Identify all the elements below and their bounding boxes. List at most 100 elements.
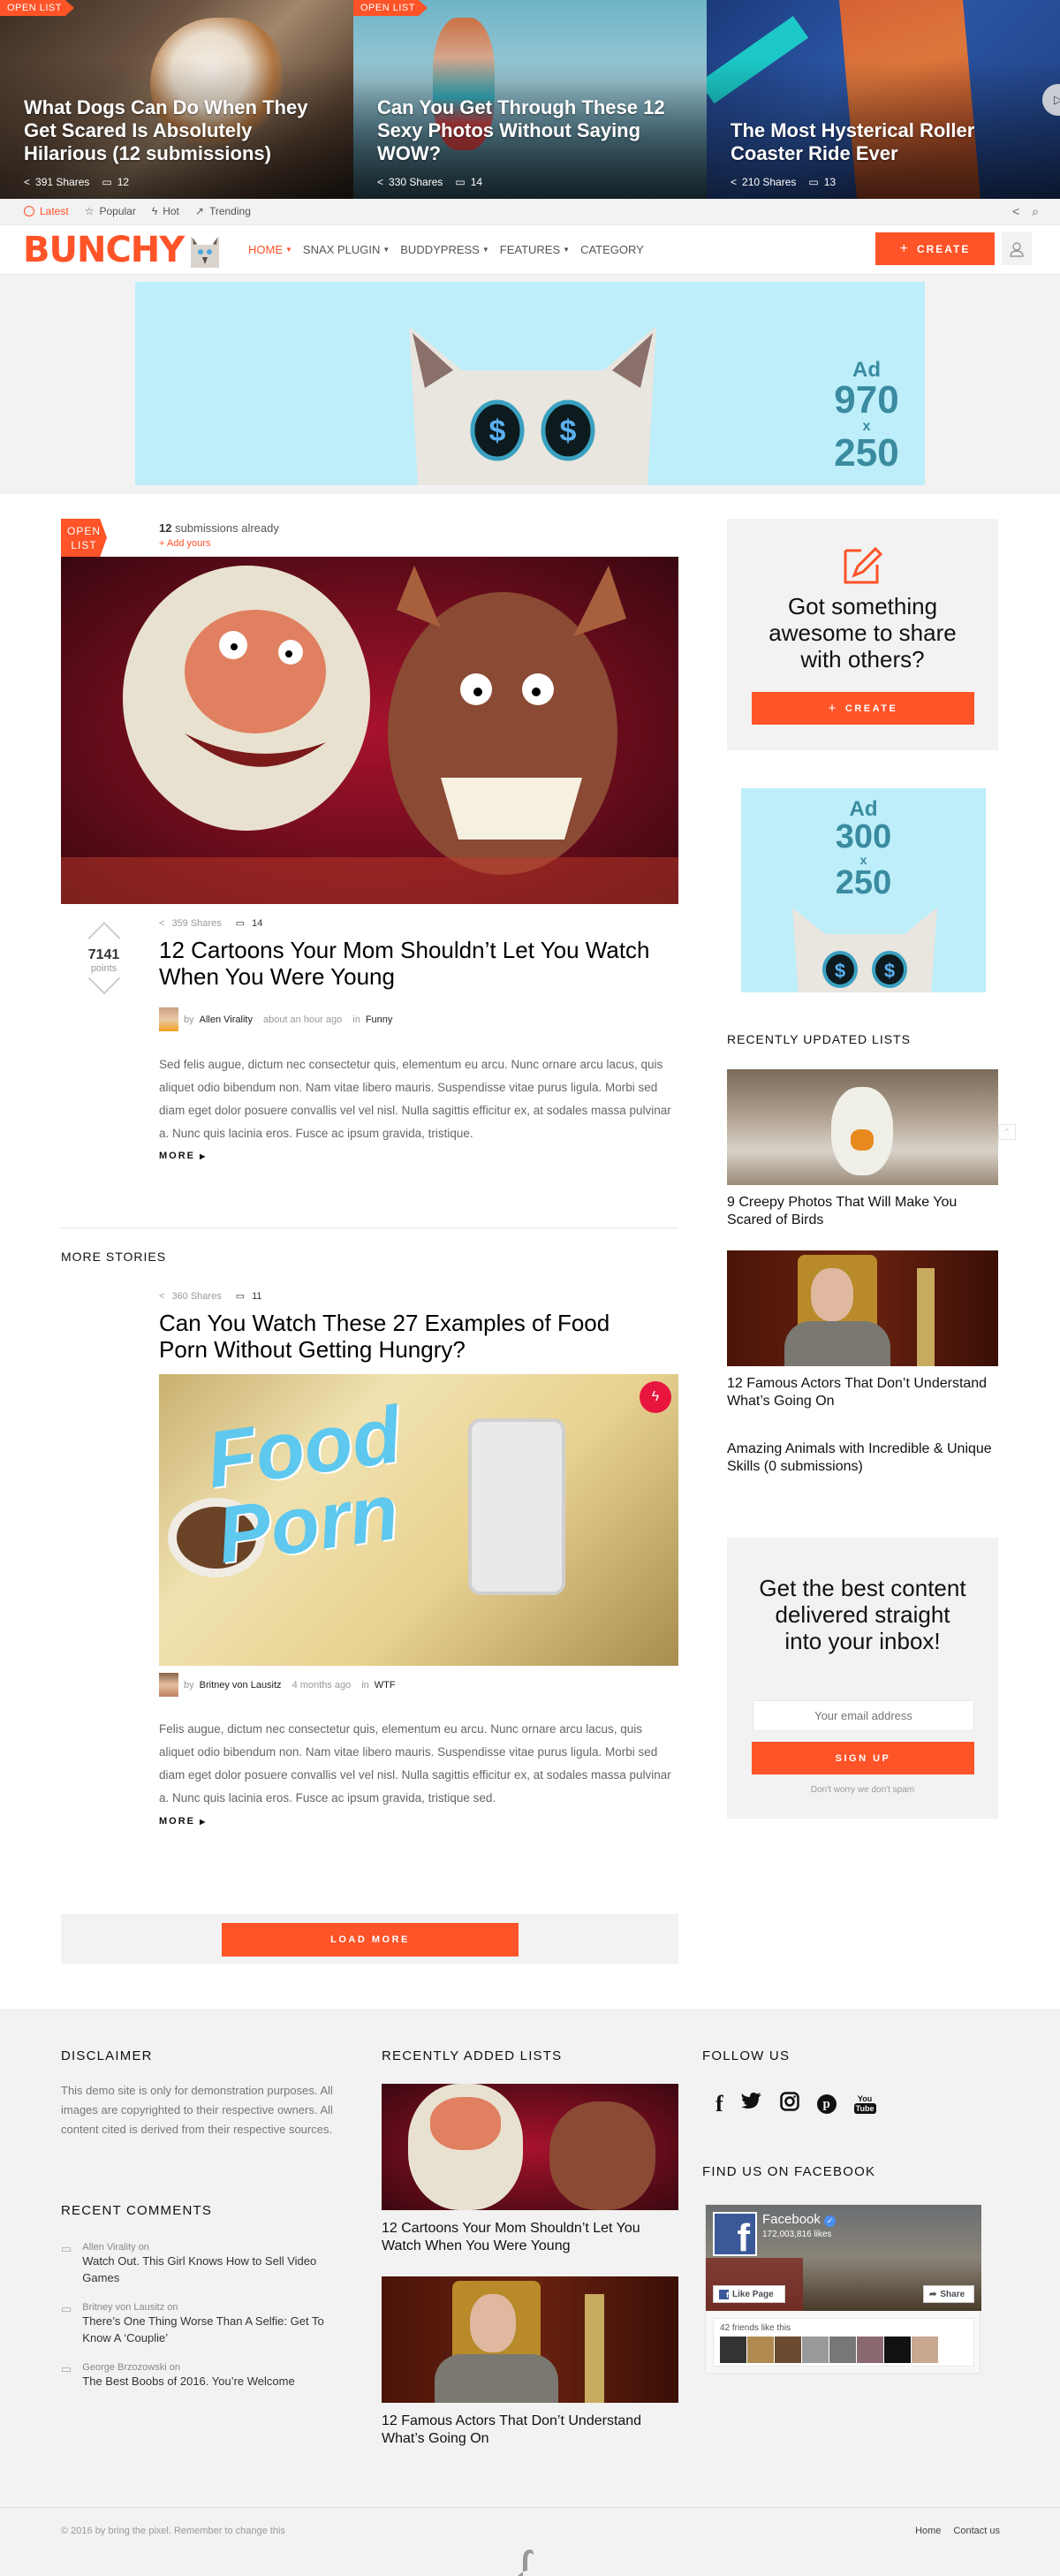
share-icon: < [24,176,31,188]
load-more-button[interactable]: LOAD MORE [222,1923,519,1957]
category-link[interactable]: Funny [366,1014,393,1025]
chevron-down-icon: ▼ [285,246,292,254]
share-icon: < [377,176,384,188]
author-link[interactable]: Allen Virality [200,1014,253,1025]
nav-latest[interactable]: Latest [24,205,69,217]
friend-avatar[interactable] [829,2337,856,2363]
disclaimer-text: This demo site is only for demonstration… [61,2084,333,2136]
category-link[interactable]: WTF [375,1680,396,1691]
hero-title[interactable]: What Dogs Can Do When They Get Scared Is… [24,96,336,165]
comment-post-link[interactable]: Watch Out. This Girl Knows How to Sell V… [82,2253,352,2286]
author-avatar[interactable] [159,1007,178,1031]
scroll-up-button[interactable]: ^ [998,1124,1016,1140]
food-image[interactable]: Food Porn ϟ [159,1374,678,1666]
nav-trending[interactable]: ↗ Trending [195,205,251,217]
comment-author[interactable]: Allen Virality [82,2242,135,2253]
nav-popular[interactable]: ☆ Popular [85,205,136,217]
hero-meta: <391 Shares ▭ 12 [24,176,129,188]
add-yours-link[interactable]: + Add yours [159,538,210,549]
post-title[interactable]: Can You Watch These 27 Examples of Food … [159,1310,654,1363]
youtube-icon[interactable]: You Tube [853,2094,876,2114]
star-icon: ☆ [84,205,95,217]
author-avatar[interactable] [159,1673,178,1697]
post-byline: by Britney von Lausitz 4 months ago in WTF [159,1673,396,1697]
fb-logo-icon: f [713,2212,757,2260]
fb-likes: 172,003,816 likes [762,2230,832,2239]
more-link[interactable]: MORE ▶ [159,1816,207,1827]
facebook-icon[interactable]: f [716,2091,723,2117]
friend-avatar[interactable] [912,2337,938,2363]
search-icon[interactable]: ⌕ [1032,204,1039,219]
footer-link-home[interactable]: Home [915,2526,941,2536]
comment-icon: ▭ [61,2242,72,2255]
nav-label: Trending [208,205,251,217]
nav-home[interactable]: HOME ▼ [248,243,292,256]
instagram-icon[interactable] [779,2092,799,2116]
site-logo[interactable]: BUNCHY [23,231,185,270]
facebook-widget: f Facebook ✓ 172,003,816 likes f Like Pag… [705,2204,981,2374]
hero-card[interactable]: OPEN LIST Can You Get Through These 12 S… [353,0,707,199]
share-icon[interactable]: < [1012,204,1019,219]
nav-category[interactable]: CATEGORY [580,243,644,256]
hero-title[interactable]: The Most Hysterical Roller Coaster Ride … [731,119,1042,165]
email-field[interactable] [753,1700,974,1731]
pinterest-icon[interactable]: p [816,2094,837,2114]
added-list-title[interactable]: 12 Cartoons Your Mom Shouldn’t Let You W… [382,2220,678,2255]
added-list-thumb[interactable] [382,2084,678,2210]
hero-title[interactable]: Can You Get Through These 12 Sexy Photos… [377,96,689,165]
footer-link-contact[interactable]: Contact us [953,2526,1000,2536]
fb-like-page-button[interactable]: f Like Page [713,2285,785,2303]
share-count: 391 Shares [35,176,90,188]
friend-avatar[interactable] [747,2337,774,2363]
verified-icon: ✓ [824,2215,837,2227]
svg-text:$: $ [489,414,506,448]
cta-title: Got something awesome to share with othe… [768,593,957,672]
nav-features[interactable]: FEATURES ▼ [500,243,570,256]
comment-post-link[interactable]: The Best Boobs of 2016. You’re Welcome [82,2373,294,2390]
friend-avatar[interactable] [720,2337,746,2363]
list-item-title[interactable]: Amazing Animals with Incredible & Unique… [727,1440,992,1476]
post-time: about an hour ago [262,1014,343,1025]
ad-banner-970x250[interactable]: $ $ Ad 970 x 250 [135,282,925,485]
nav-snax-plugin[interactable]: SNAX PLUGIN ▼ [303,243,390,256]
comment-author[interactable]: George Brzozowski [82,2362,166,2373]
list-item-title[interactable]: 9 Creepy Photos That Will Make You Scare… [727,1194,992,1229]
ad-300x250[interactable]: Ad 300 x 250 $ $ [741,788,986,992]
nav-hot[interactable]: ϟ Hot [152,205,179,217]
nav-buddypress[interactable]: BUDDYPRESS ▼ [400,243,489,256]
post-stats: <360 Shares ▭ 11 [159,1290,262,1303]
hero-card[interactable]: ▷ The Most Hysterical Roller Coaster Rid… [707,0,1060,199]
comment-author[interactable]: Britney von Lausitz [82,2302,164,2313]
sidebar-create-button[interactable]: + CREATE [752,692,974,725]
friend-avatar[interactable] [884,2337,911,2363]
list-item-title[interactable]: 12 Famous Actors That Don’t Understand W… [727,1375,992,1410]
food-porn-text: Food Porn [201,1390,406,1581]
user-button[interactable] [1002,232,1032,265]
added-list-thumb[interactable] [382,2276,678,2403]
comment-icon[interactable]: ▭ [236,917,245,929]
added-list-title[interactable]: 12 Famous Actors That Don’t Understand W… [382,2413,678,2448]
hero-card[interactable]: OPEN LIST What Dogs Can Do When They Get… [0,0,353,199]
list-thumb[interactable] [727,1069,998,1185]
post-title[interactable]: 12 Cartoons Your Mom Shouldn’t Let You W… [159,937,654,990]
author-link[interactable]: Britney von Lausitz [200,1680,282,1691]
fb-page-name[interactable]: Facebook ✓ [762,2212,837,2227]
fb-share-button[interactable]: ➦ Share [923,2285,974,2303]
comment-icon[interactable]: ▭ [236,1290,245,1302]
friend-avatar[interactable] [857,2337,883,2363]
list-thumb[interactable] [727,1250,998,1366]
comment-post-link[interactable]: There’s One Thing Worse Than A Selfie: G… [82,2313,352,2346]
create-button[interactable]: + CREATE [875,232,995,265]
signup-button[interactable]: SIGN UP [752,1742,974,1774]
share-count: 330 Shares [389,176,443,188]
friend-avatar[interactable] [775,2337,801,2363]
nav-label: Latest [40,205,69,217]
newsletter-title: Get the best content delivered straight … [759,1575,966,1654]
ad-size-label: Ad 300 x 250 [835,797,892,901]
featured-image[interactable] [61,557,678,904]
more-link[interactable]: MORE ▶ [159,1151,207,1161]
twitter-icon[interactable] [740,2093,762,2116]
recent-comments-list: ▭ Allen Virality on Watch Out. This Girl … [61,2242,352,2390]
friend-avatar[interactable] [802,2337,829,2363]
pencil-icon [844,546,883,584]
